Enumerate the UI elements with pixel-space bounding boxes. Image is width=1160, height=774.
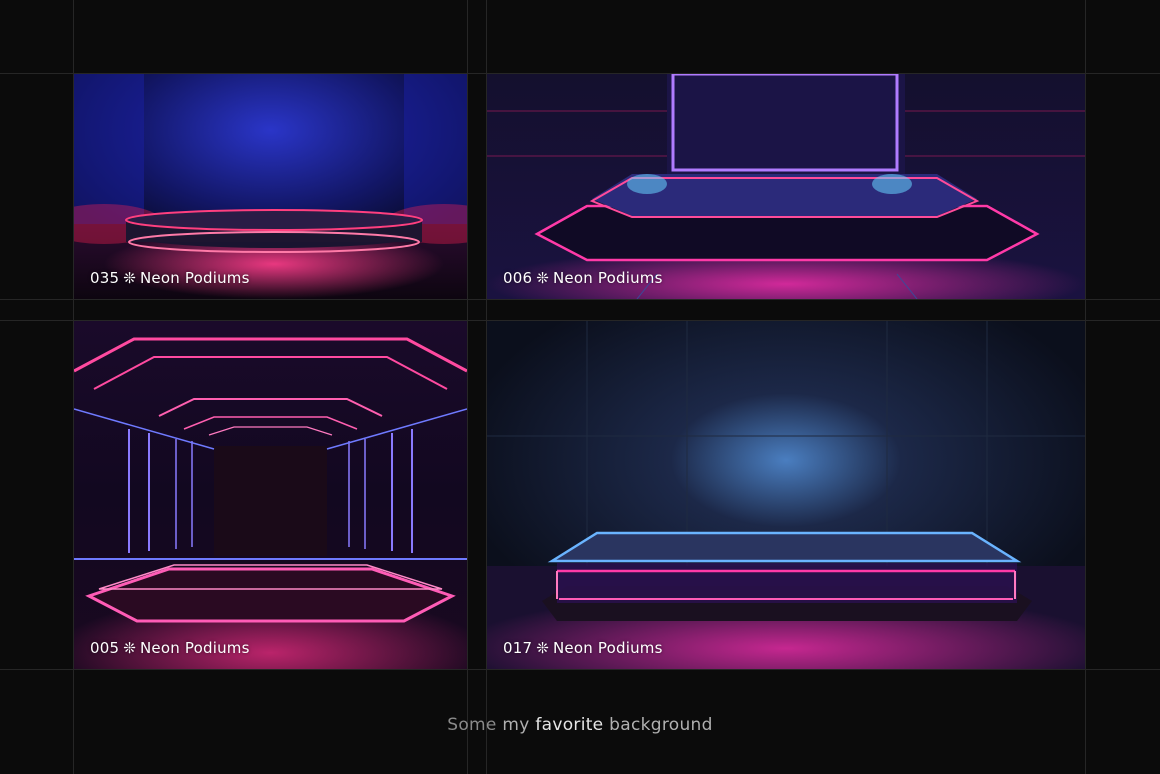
gallery-caption: Some my favorite background [0, 715, 1160, 735]
neon-podium-image [74, 74, 467, 299]
card-label: 035 ❊ Neon Podiums [90, 269, 250, 287]
gallery-card-035[interactable]: 035 ❊ Neon Podiums [74, 74, 467, 299]
grid-line [0, 669, 1160, 670]
caption-word: my [502, 715, 530, 735]
grid-line [1085, 0, 1086, 774]
card-label: 005 ❊ Neon Podiums [90, 639, 250, 657]
caption-word: Some [447, 715, 497, 735]
neon-podium-image [487, 74, 1085, 299]
caption-word: background [609, 715, 713, 735]
neon-podium-image [74, 321, 467, 669]
caption-word: favorite [535, 715, 604, 735]
neon-podium-image [487, 321, 1085, 669]
grid-line [0, 299, 1160, 300]
gallery-card-005[interactable]: 005 ❊ Neon Podiums [74, 321, 467, 669]
card-label: 006 ❊ Neon Podiums [503, 269, 663, 287]
card-label: 017 ❊ Neon Podiums [503, 639, 663, 657]
gallery-card-017[interactable]: 017 ❊ Neon Podiums [487, 321, 1085, 669]
grid-line [467, 0, 468, 774]
gallery-card-006[interactable]: 006 ❊ Neon Podiums [487, 74, 1085, 299]
